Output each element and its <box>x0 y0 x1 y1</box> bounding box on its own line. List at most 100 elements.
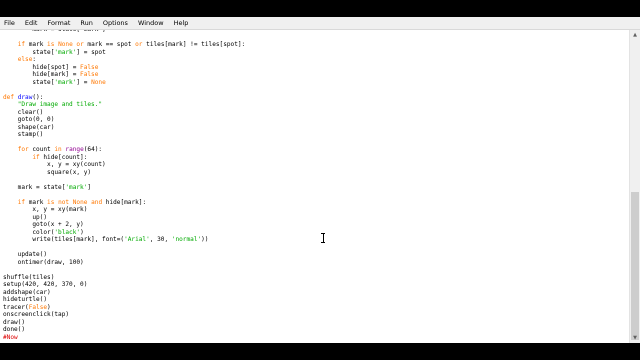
code-token: for <box>17 146 29 153</box>
code-line[interactable]: hide[spot] = False <box>3 64 245 72</box>
code-token: hideturtle() <box>3 296 48 303</box>
code-line[interactable] <box>3 139 245 147</box>
scroll-down-icon[interactable]: ▼ <box>630 333 640 343</box>
code-token: hide[spot] = <box>3 63 81 71</box>
code-line[interactable]: hideturtle() <box>3 296 245 304</box>
menu-window[interactable]: Window <box>133 17 169 29</box>
menu-file[interactable]: File <box>0 17 20 29</box>
menu-run[interactable]: Run <box>75 17 97 29</box>
code-token: 'normal' <box>171 236 202 243</box>
code-token: shuffle(tiles) <box>3 273 55 281</box>
code-token: count <box>28 146 55 153</box>
code-line[interactable]: draw() <box>3 319 245 327</box>
code-line[interactable]: "Draw image and tiles." <box>3 101 245 109</box>
code-line[interactable]: addshape(car) <box>3 289 245 297</box>
text-cursor-icon <box>321 233 325 243</box>
code-token: None <box>91 78 106 86</box>
code-token: and <box>91 198 103 206</box>
code-token: range <box>65 146 84 153</box>
code-line[interactable]: state['mark'] = None <box>3 79 245 87</box>
code-line[interactable] <box>3 244 245 252</box>
code-line[interactable]: color('black') <box>3 229 245 237</box>
scroll-up-icon[interactable]: ▲ <box>630 30 640 40</box>
code-line[interactable] <box>3 266 245 274</box>
code-token: mark == spot <box>83 41 136 48</box>
code-line[interactable]: clear() <box>3 109 245 117</box>
code-line[interactable]: def draw(): <box>3 94 245 102</box>
code-line[interactable]: write(tiles[mark], font=('Arial', 30, 'n… <box>3 236 245 244</box>
code-line[interactable]: setup(420, 420, 370, 0) <box>3 281 245 289</box>
code-token: if <box>17 198 26 206</box>
code-line[interactable]: onscreenclick(tap) <box>3 311 245 319</box>
code-token: None <box>58 41 73 48</box>
code-token: ] = <box>76 78 92 86</box>
code-token: tiles[mark] != tiles[spot]: <box>142 41 246 48</box>
code-token: 'Arial' <box>124 236 150 243</box>
code-line[interactable]: state['mark'] = spot <box>3 49 245 57</box>
code-token: stamp() <box>3 131 44 138</box>
menu-edit[interactable]: Edit <box>20 17 43 29</box>
code-line[interactable]: if mark is not None and hide[mark]: <box>3 199 245 207</box>
code-line[interactable]: done() <box>3 326 245 334</box>
code-token: goto(0, 0) <box>3 116 55 123</box>
code-token: tracer( <box>3 303 29 311</box>
code-line[interactable]: for count in range(64): <box>3 146 245 154</box>
code-token: (): <box>32 93 44 101</box>
code-token: if <box>17 41 26 48</box>
menu-help[interactable]: Help <box>169 17 194 29</box>
menu-format[interactable]: Format <box>42 17 75 29</box>
code-editor[interactable]: mark = state['mark'] if mark is None or … <box>0 30 629 343</box>
code-token: 'mark' <box>54 48 77 56</box>
code-line[interactable]: stamp() <box>3 131 245 139</box>
code-line[interactable] <box>3 86 245 94</box>
code-line[interactable]: shuffle(tiles) <box>3 274 245 282</box>
code-line[interactable]: shape(car) <box>3 124 245 132</box>
code-line[interactable] <box>3 176 245 184</box>
code-token: ontimer(draw, 100) <box>3 258 84 266</box>
code-token: up() <box>3 213 48 221</box>
vertical-scrollbar[interactable]: ▲ ▼ <box>629 30 640 343</box>
code-token: clear() <box>3 108 44 116</box>
code-line[interactable]: else: <box>3 56 245 64</box>
scroll-thumb[interactable] <box>631 192 639 340</box>
code-token: 'mark' <box>65 183 88 191</box>
code-token: not <box>58 198 70 206</box>
code-line[interactable]: x, y = xy(mark) <box>3 206 245 214</box>
menu-options[interactable]: Options <box>98 17 133 29</box>
code-line[interactable]: update() <box>3 251 245 259</box>
code-text[interactable]: mark = state['mark'] if mark is None or … <box>3 30 245 341</box>
code-token: ) <box>80 228 84 236</box>
code-line[interactable]: goto(0, 0) <box>3 116 245 124</box>
code-token: in <box>54 146 62 153</box>
code-line[interactable]: if mark is None or mark == spot or tiles… <box>3 41 246 49</box>
code-token: hide[count]: <box>39 153 88 161</box>
code-token: ) <box>47 303 51 311</box>
code-line[interactable] <box>3 34 245 42</box>
code-line[interactable]: mark = state['mark'] <box>3 184 245 192</box>
code-line[interactable]: ontimer(draw, 100) <box>3 259 245 267</box>
code-line[interactable] <box>3 191 245 199</box>
code-line[interactable]: hide[mark] = False <box>3 71 245 79</box>
menu-bar: File Edit Format Run Options Window Help <box>0 17 640 30</box>
idle-editor-window: File Edit Format Run Options Window Help… <box>0 17 640 343</box>
code-line[interactable]: x, y = xy(count) <box>3 161 245 169</box>
code-line[interactable]: tracer(False) <box>3 304 245 312</box>
code-token: False <box>28 303 48 311</box>
code-line[interactable]: goto(x + 2, y) <box>3 221 245 229</box>
code-token: if <box>32 153 40 161</box>
code-token: mark = state['mark'] <box>3 30 105 33</box>
code-token: False <box>80 63 99 71</box>
code-token: x, y = xy(count) <box>3 161 106 168</box>
code-token: state[ <box>3 48 55 56</box>
letterbox-bottom <box>0 343 640 360</box>
code-line[interactable]: if hide[count]: <box>3 154 245 162</box>
code-line[interactable]: up() <box>3 214 245 222</box>
code-line[interactable]: #Now <box>3 334 245 342</box>
code-token: , 30, <box>149 236 172 243</box>
code-token: update() <box>3 251 48 258</box>
code-line[interactable]: square(x, y) <box>3 169 245 177</box>
